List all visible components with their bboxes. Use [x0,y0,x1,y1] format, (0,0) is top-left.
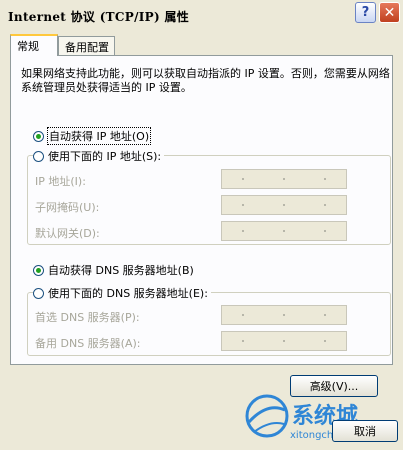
manual-ip-label: 使用下面的 IP 地址(S): [48,150,162,163]
close-button[interactable]: ✕ [379,2,400,23]
cancel-button[interactable]: 取消 [332,420,398,442]
close-icon: ✕ [383,4,396,21]
tab-general[interactable]: 常规 [10,34,58,56]
radio-checked-icon [33,130,44,142]
question-mark-icon: ? [361,5,370,20]
auto-dns-radio[interactable]: 自动获得 DNS 服务器地址(B) [33,262,197,278]
auto-ip-radio[interactable]: 自动获得 IP 地址(O) [33,127,154,145]
default-gateway-field[interactable] [221,221,347,241]
general-tab-panel: 如果网络支持此功能，则可以获取自动指派的 IP 设置。否则，您需要从网络系统管理… [10,55,393,365]
manual-dns-label: 使用下面的 DNS 服务器地址(E): [48,287,208,300]
alternate-dns-label: 备用 DNS 服务器(A): [35,337,141,350]
alternate-dns-field[interactable] [221,331,347,351]
tab-alternate-configuration[interactable]: 备用配置 [58,36,115,55]
title-bar[interactable]: Internet 协议 (TCP/IP) 属性 ? ✕ [0,0,403,30]
window-title: Internet 协议 (TCP/IP) 属性 [8,10,190,24]
default-gateway-label: 默认网关(D): [35,227,100,240]
tcpip-properties-dialog: Internet 协议 (TCP/IP) 属性 ? ✕ 常规 备用配置 如果网络… [0,0,403,447]
description-text: 如果网络支持此功能，则可以获取自动指派的 IP 设置。否则，您需要从网络系统管理… [21,67,390,94]
help-button[interactable]: ? [355,2,376,23]
subnet-mask-field[interactable] [221,195,347,215]
radio-unchecked-icon [33,287,44,299]
ip-address-field[interactable] [221,169,347,189]
manual-dns-radio[interactable]: 使用下面的 DNS 服务器地址(E): [33,285,211,301]
manual-ip-radio[interactable]: 使用下面的 IP 地址(S): [33,148,165,164]
ip-address-label: IP 地址(I): [35,175,86,188]
subnet-mask-label: 子网掩码(U): [35,201,100,214]
auto-dns-label: 自动获得 DNS 服务器地址(B) [48,264,194,277]
auto-ip-label: 自动获得 IP 地址(O) [46,127,152,145]
preferred-dns-label: 首选 DNS 服务器(P): [35,311,140,324]
radio-unchecked-icon [33,150,44,162]
preferred-dns-field[interactable] [221,305,347,325]
radio-checked-icon [33,264,44,276]
